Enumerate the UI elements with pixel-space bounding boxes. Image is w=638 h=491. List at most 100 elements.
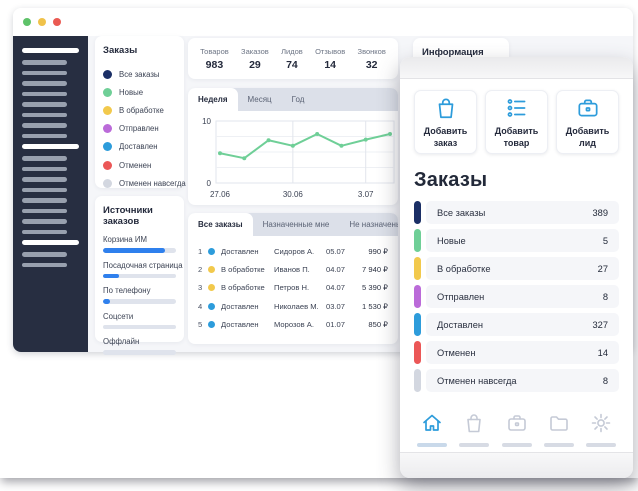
status-filter-new[interactable]: Новые bbox=[103, 83, 176, 101]
sidebar-section-placeholder[interactable] bbox=[22, 240, 79, 245]
source-label: Посадочная страница bbox=[103, 261, 176, 270]
sidebar-item-placeholder[interactable] bbox=[22, 123, 67, 128]
nav-files[interactable] bbox=[544, 411, 574, 447]
sidebar-item-placeholder[interactable] bbox=[22, 188, 67, 193]
order-label: Новые bbox=[437, 236, 466, 246]
panel-order-processing[interactable]: В обработке 27 bbox=[414, 257, 619, 280]
status-pill bbox=[414, 313, 421, 336]
panel-order-new[interactable]: Новые 5 bbox=[414, 229, 619, 252]
tab-year[interactable]: Год bbox=[282, 88, 315, 111]
sidebar-section-placeholder[interactable] bbox=[22, 48, 79, 53]
table-row[interactable]: 4 Доставлен Николаев М. 03.07 1 530 ₽ bbox=[198, 297, 388, 315]
row-number: 1 bbox=[198, 247, 208, 256]
stat-reviews: Отзывов 14 bbox=[315, 47, 345, 71]
sidebar-item-placeholder[interactable] bbox=[22, 71, 67, 76]
sidebar-item-placeholder[interactable] bbox=[22, 209, 67, 214]
status-filter-cancelled[interactable]: Отменен bbox=[103, 156, 176, 174]
gear-icon bbox=[589, 411, 613, 435]
panel-order-delivered[interactable]: Доставлен 327 bbox=[414, 313, 619, 336]
tab-unassigned[interactable]: Не назначены bbox=[339, 213, 398, 236]
panel-orders-list: Все заказы 389 Новые 5 В обработке 27 bbox=[414, 201, 619, 392]
sidebar-item-placeholder[interactable] bbox=[22, 60, 67, 65]
tab-assigned-to-me[interactable]: Назначенные мне bbox=[253, 213, 340, 236]
source-progress-track bbox=[103, 325, 176, 330]
source-item: Посадочная страница bbox=[103, 261, 176, 279]
table-row[interactable]: 3 В обработке Петров Н. 04.07 5 390 ₽ bbox=[198, 279, 388, 297]
status-label: Новые bbox=[119, 88, 143, 97]
row-date: 01.07 bbox=[326, 320, 354, 329]
sidebar-item-placeholder[interactable] bbox=[22, 134, 67, 139]
status-filter-sent[interactable]: Отправлен bbox=[103, 120, 176, 138]
order-sources-title: Источники заказов bbox=[103, 205, 176, 227]
sidebar-item-placeholder[interactable] bbox=[22, 156, 67, 161]
action-label: Добавить лид bbox=[561, 126, 615, 149]
stat-label: Товаров bbox=[200, 47, 229, 56]
row-status-dot bbox=[208, 248, 215, 255]
table-row[interactable]: 2 В обработке Иванов П. 04.07 7 940 ₽ bbox=[198, 260, 388, 278]
orders-filter-title: Заказы bbox=[103, 45, 176, 56]
briefcase-icon bbox=[575, 95, 601, 121]
sidebar-item-placeholder[interactable] bbox=[22, 198, 67, 203]
order-box: Все заказы 389 bbox=[426, 201, 619, 224]
bag-icon bbox=[433, 95, 459, 121]
order-sources-card: Источники заказов Корзина ИМ Посадочная … bbox=[95, 196, 184, 342]
sidebar-section-placeholder[interactable] bbox=[22, 144, 79, 149]
status-filter-cancelled-forever[interactable]: Отменен навсегда bbox=[103, 174, 176, 192]
sidebar-item-placeholder[interactable] bbox=[22, 219, 67, 224]
order-count: 27 bbox=[598, 264, 608, 274]
quick-actions: Добавить заказ Добавить товар Добавить л… bbox=[414, 90, 619, 154]
table-row[interactable]: 1 Доставлен Сидоров А. 05.07 990 ₽ bbox=[198, 242, 388, 260]
nav-settings[interactable] bbox=[586, 411, 616, 447]
add-product-button[interactable]: Добавить товар bbox=[485, 90, 548, 154]
sidebar-item-placeholder[interactable] bbox=[22, 102, 67, 107]
sidebar-item-placeholder[interactable] bbox=[22, 177, 67, 182]
window-control-red[interactable] bbox=[53, 18, 61, 26]
tab-week[interactable]: Неделя bbox=[188, 88, 238, 111]
status-dot bbox=[103, 124, 112, 133]
status-dot bbox=[103, 179, 112, 188]
sidebar-item-placeholder[interactable] bbox=[22, 263, 67, 268]
sidebar-item-placeholder[interactable] bbox=[22, 230, 67, 235]
nav-leads[interactable] bbox=[502, 411, 532, 447]
sidebar-item-placeholder[interactable] bbox=[22, 113, 67, 118]
table-row[interactable]: 5 Доставлен Морозов А. 01.07 850 ₽ bbox=[198, 316, 388, 334]
source-item: Соцсети bbox=[103, 312, 176, 330]
row-customer: Николаев М. bbox=[274, 302, 326, 311]
source-item: Корзина ИМ bbox=[103, 235, 176, 253]
status-filter-processing[interactable]: В обработке bbox=[103, 101, 176, 119]
panel-grip-bar[interactable] bbox=[400, 57, 633, 79]
action-label: Добавить товар bbox=[490, 126, 544, 149]
status-pill bbox=[414, 201, 421, 224]
tab-all-orders[interactable]: Все заказы bbox=[188, 213, 253, 236]
panel-order-cancelled-forever[interactable]: Отменен навсегда 8 bbox=[414, 369, 619, 392]
add-order-button[interactable]: Добавить заказ bbox=[414, 90, 477, 154]
order-label: Отменен bbox=[437, 348, 476, 358]
tab-month[interactable]: Месяц bbox=[238, 88, 282, 111]
window-control-green[interactable] bbox=[23, 18, 31, 26]
window-control-yellow[interactable] bbox=[38, 18, 46, 26]
order-box: Доставлен 327 bbox=[426, 313, 619, 336]
row-status-dot bbox=[208, 321, 215, 328]
order-box: Новые 5 bbox=[426, 229, 619, 252]
panel-order-cancelled[interactable]: Отменен 14 bbox=[414, 341, 619, 364]
status-dot bbox=[103, 106, 112, 115]
add-lead-button[interactable]: Добавить лид bbox=[556, 90, 619, 154]
panel-order-all[interactable]: Все заказы 389 bbox=[414, 201, 619, 224]
source-progress-track bbox=[103, 299, 176, 304]
row-customer: Петров Н. bbox=[274, 283, 326, 292]
nav-home[interactable] bbox=[417, 411, 447, 447]
sidebar-item-placeholder[interactable] bbox=[22, 81, 67, 86]
status-filter-all[interactable]: Все заказы bbox=[103, 65, 176, 83]
orders-line-chart: 27.0630.063.07100 bbox=[188, 113, 398, 205]
sidebar-item-placeholder[interactable] bbox=[22, 167, 67, 172]
panel-order-sent[interactable]: Отправлен 8 bbox=[414, 285, 619, 308]
sidebar-item-placeholder[interactable] bbox=[22, 92, 67, 97]
svg-text:10: 10 bbox=[202, 117, 211, 126]
order-label: Доставлен bbox=[437, 320, 483, 330]
status-filter-delivered[interactable]: Доставлен bbox=[103, 138, 176, 156]
home-icon bbox=[420, 411, 444, 435]
row-customer: Морозов А. bbox=[274, 320, 326, 329]
sidebar-item-placeholder[interactable] bbox=[22, 252, 67, 257]
nav-label-placeholder bbox=[586, 443, 616, 447]
nav-orders[interactable] bbox=[459, 411, 489, 447]
